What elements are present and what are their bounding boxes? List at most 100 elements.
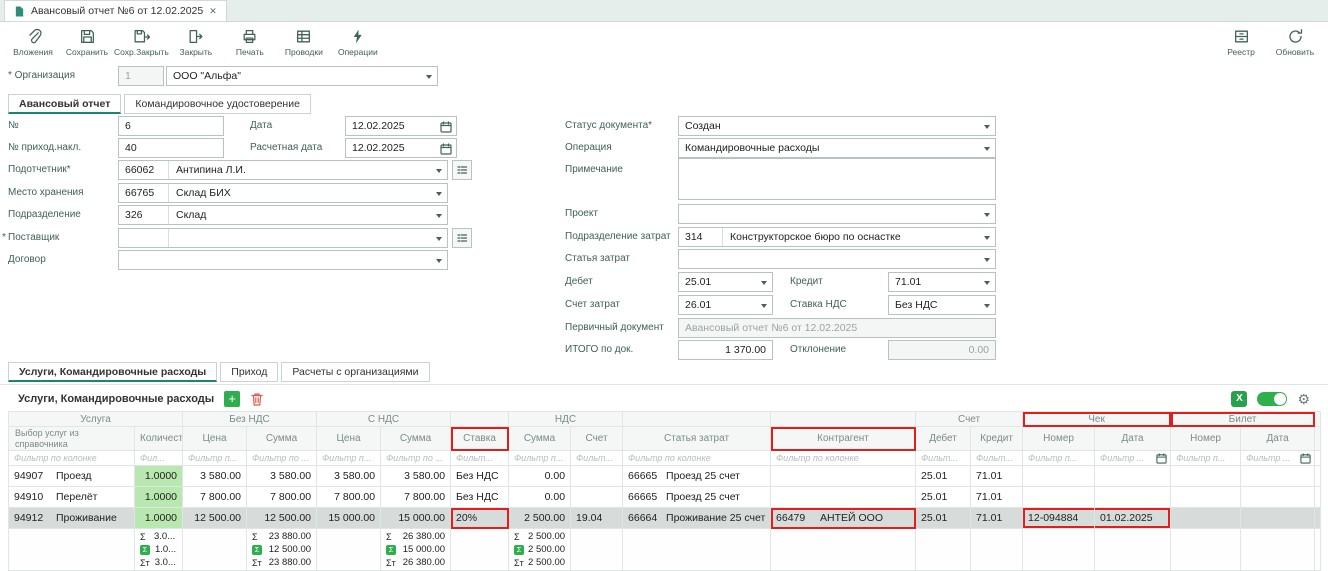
tab-advance-report[interactable]: Авансовый отчет (8, 94, 121, 114)
gear-icon[interactable]: ⚙ (1297, 391, 1310, 407)
group-service[interactable]: Услуга (9, 412, 183, 427)
group-no-vat[interactable]: Без НДС (183, 412, 317, 427)
col-qty[interactable]: Количест (135, 427, 183, 451)
cell-cost-item[interactable]: 66665Проезд 25 счет (623, 466, 771, 487)
debit-select[interactable]: 25.01 (678, 272, 773, 292)
cell-rate[interactable]: Без НДС (451, 466, 509, 487)
filter-ticket-number[interactable]: Фильтр п... (1171, 451, 1241, 466)
filter-sum-no-vat[interactable]: Фильтр по ... (247, 451, 317, 466)
col-debit[interactable]: Дебет (916, 427, 971, 451)
filter-debit[interactable]: Фильт... (916, 451, 971, 466)
col-contragent[interactable]: Контрагент (771, 427, 916, 451)
col-ticket-number[interactable]: Номер (1171, 427, 1241, 451)
col-price-with-vat[interactable]: Цена (317, 427, 381, 451)
cell-vat-account[interactable] (571, 487, 623, 508)
status-select[interactable]: Создан (678, 116, 996, 136)
cell-service[interactable]: 94907Проезд (9, 466, 135, 487)
cell-price-with-vat[interactable]: 3 580.00 (317, 466, 381, 487)
cell-ticket-date[interactable] (1241, 508, 1315, 529)
cell-vat-account[interactable]: 19.04 (571, 508, 623, 529)
group-with-vat[interactable]: С НДС (317, 412, 451, 427)
add-row-button[interactable]: + (224, 391, 240, 407)
filter-vat-sum[interactable]: Фильтр п... (509, 451, 571, 466)
cell-check-date[interactable]: 01.02.2025 (1095, 508, 1171, 529)
cell-service[interactable]: 94910Перелёт (9, 487, 135, 508)
filter-price-no-vat[interactable]: Фильтр п... (183, 451, 247, 466)
col-vat-sum[interactable]: Сумма (509, 427, 571, 451)
cell-sum-no-vat[interactable]: 12 500.00 (247, 508, 317, 529)
close-button[interactable]: Закрыть (169, 23, 223, 61)
registry-button[interactable]: Реестр (1214, 23, 1268, 61)
cell-vat-sum[interactable]: 0.00 (509, 466, 571, 487)
col-price-no-vat[interactable]: Цена (183, 427, 247, 451)
cell-qty[interactable]: 1.0000 (135, 487, 183, 508)
cell-price-no-vat[interactable]: 3 580.00 (183, 466, 247, 487)
cell-debit[interactable]: 25.01 (916, 466, 971, 487)
tab-services[interactable]: Услуги, Командировочные расходы (8, 362, 217, 382)
organization-code-field[interactable]: 1 (118, 66, 164, 86)
col-credit[interactable]: Кредит (971, 427, 1023, 451)
cell-check-number[interactable]: 12-094884 (1023, 508, 1095, 529)
close-icon[interactable]: ✕ (209, 6, 217, 17)
col-sum-with-vat[interactable]: Сумма (381, 427, 451, 451)
cell-sum-with-vat[interactable]: 7 800.00 (381, 487, 451, 508)
cell-sum-no-vat[interactable]: 7 800.00 (247, 487, 317, 508)
group-check[interactable]: Чек (1023, 412, 1171, 427)
filter-price-with-vat[interactable]: Фильтр п... (317, 451, 381, 466)
credit-select[interactable]: 71.01 (888, 272, 996, 292)
cell-check-date[interactable] (1095, 487, 1171, 508)
cell-ticket-date[interactable] (1241, 466, 1315, 487)
tab-travel-certificate[interactable]: Командировочное удостоверение (124, 94, 311, 114)
cost-division-select[interactable]: 314Конструкторское бюро по оснастке (678, 227, 996, 247)
table-row[interactable]: 94910Перелёт 1.0000 7 800.00 7 800.00 7 … (9, 487, 1321, 508)
attachments-button[interactable]: Вложения (6, 23, 60, 61)
cost-account-select[interactable]: 26.01 (678, 295, 773, 315)
calendar-icon[interactable] (1300, 453, 1311, 464)
cell-service[interactable]: 94912Проживание (9, 508, 135, 529)
cell-debit[interactable]: 25.01 (916, 487, 971, 508)
table-row-selected[interactable]: 94912Проживание 1.0000 12 500.00 12 500.… (9, 508, 1321, 529)
col-check-number[interactable]: Номер (1023, 427, 1095, 451)
cell-vat-sum[interactable]: 0.00 (509, 487, 571, 508)
filter-contragent[interactable]: Фильтр по колонке (771, 451, 916, 466)
cell-contragent[interactable] (771, 466, 916, 487)
cell-credit[interactable]: 71.01 (971, 487, 1023, 508)
group-vat[interactable]: НДС (509, 412, 623, 427)
operations-button[interactable]: Операции (331, 23, 385, 61)
cost-item-select[interactable] (678, 249, 996, 269)
cell-vat-account[interactable] (571, 466, 623, 487)
cell-check-date[interactable] (1095, 466, 1171, 487)
project-select[interactable] (678, 204, 996, 224)
cell-cost-item[interactable]: 66664Проживание 25 счет (623, 508, 771, 529)
cell-price-with-vat[interactable]: 7 800.00 (317, 487, 381, 508)
col-cost-item[interactable]: Статья затрат (623, 427, 771, 451)
tab-income[interactable]: Приход (220, 362, 278, 382)
cell-ticket-date[interactable] (1241, 487, 1315, 508)
cell-vat-sum[interactable]: 2 500.00 (509, 508, 571, 529)
cell-ticket-number[interactable] (1171, 466, 1241, 487)
filter-rate[interactable]: Фильт... (451, 451, 509, 466)
cell-qty[interactable]: 1.0000 (135, 466, 183, 487)
filter-credit[interactable]: Фильт... (971, 451, 1023, 466)
group-account[interactable]: Счет (916, 412, 1023, 427)
storage-select[interactable]: 66765Склад БИХ (118, 183, 448, 203)
col-sum-no-vat[interactable]: Сумма (247, 427, 317, 451)
cell-contragent[interactable] (771, 487, 916, 508)
cell-debit[interactable]: 25.01 (916, 508, 971, 529)
cell-sum-with-vat[interactable]: 3 580.00 (381, 466, 451, 487)
filter-qty[interactable]: Фил... (135, 451, 183, 466)
excel-export-icon[interactable]: X (1231, 391, 1247, 407)
cell-ticket-number[interactable] (1171, 508, 1241, 529)
cell-check-number[interactable] (1023, 466, 1095, 487)
document-tab[interactable]: Авансовый отчет №6 от 12.02.2025 ✕ (4, 0, 227, 21)
col-service[interactable]: Выбор услуг из справочника (9, 427, 135, 451)
cell-credit[interactable]: 71.01 (971, 466, 1023, 487)
cell-rate[interactable]: 20% (451, 508, 509, 529)
cell-cost-item[interactable]: 66665Проезд 25 счет (623, 487, 771, 508)
save-close-button[interactable]: Сохр.Закрыть (114, 23, 169, 61)
cell-ticket-number[interactable] (1171, 487, 1241, 508)
tab-settlements[interactable]: Расчеты с организациями (281, 362, 429, 382)
cell-qty[interactable]: 1.0000 (135, 508, 183, 529)
grid-toggle[interactable] (1257, 392, 1287, 406)
cell-price-with-vat[interactable]: 15 000.00 (317, 508, 381, 529)
